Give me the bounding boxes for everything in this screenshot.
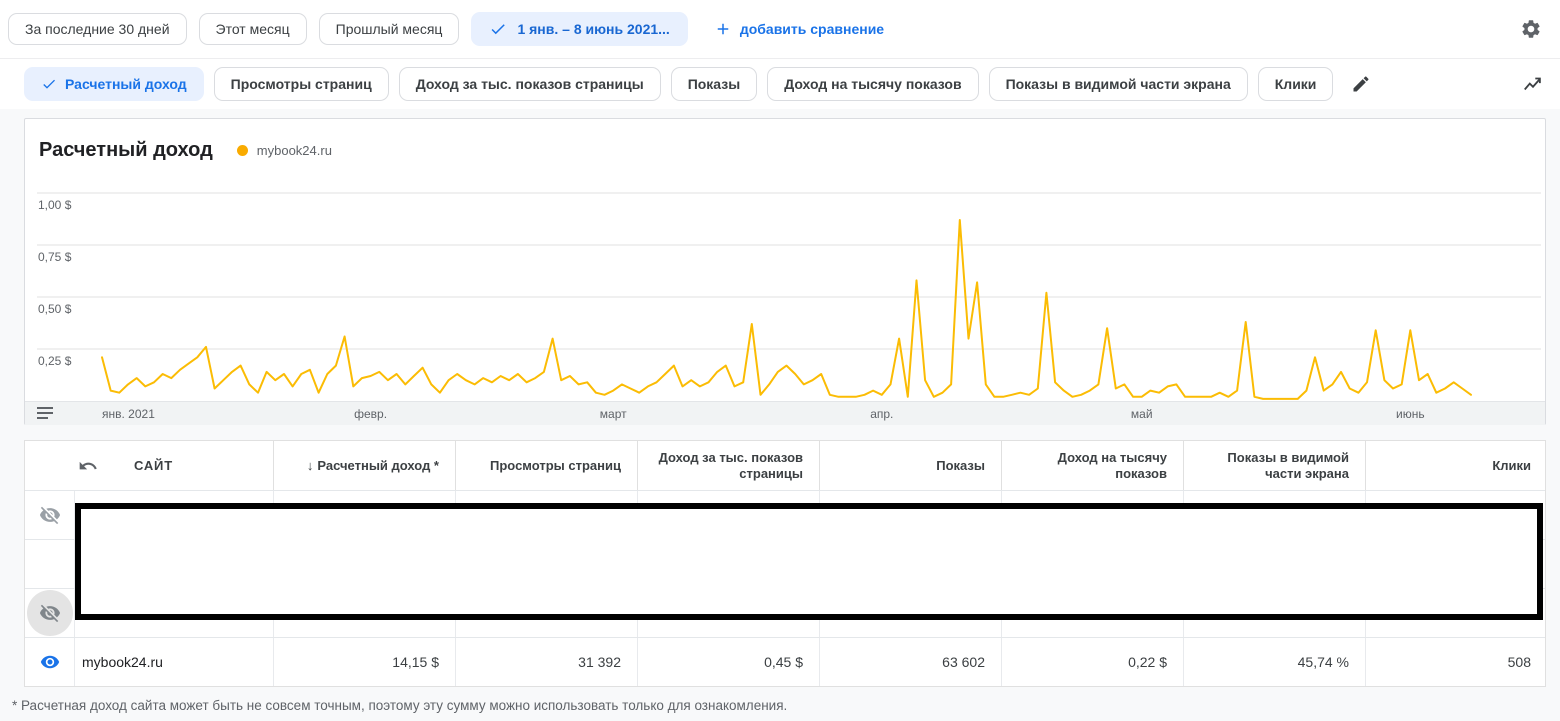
site-name: mybook24.ru	[82, 654, 163, 670]
date-preset-last-30-days[interactable]: За последние 30 дней	[8, 13, 187, 45]
add-comparison-button[interactable]: добавить сравнение	[714, 20, 884, 38]
x-axis-tick-label: апр.	[870, 407, 894, 421]
metric-chip-clicks[interactable]: Клики	[1257, 67, 1334, 101]
gear-icon	[1522, 20, 1540, 38]
metric-chip-active-view[interactable]: Показы в видимой части экрана	[988, 67, 1248, 101]
cell-active-view: 45,74 %	[1183, 638, 1365, 686]
metric-chip-page-views[interactable]: Просмотры страниц	[213, 67, 389, 101]
date-range-label: 1 янв. – 8 июнь 2021...	[517, 21, 670, 37]
column-header-label: Просмотры страниц	[490, 457, 621, 473]
plus-icon	[717, 23, 729, 35]
legend-series-label: mybook24.ru	[256, 143, 332, 158]
chart-header: Расчетный доход mybook24.ru	[39, 139, 332, 162]
line-chart-icon	[1524, 77, 1541, 91]
column-header-page-rpm[interactable]: Доход за тыс. показов страницы	[637, 441, 819, 490]
x-axis: янв. 2021 февр. март апр. май июнь	[25, 401, 1545, 425]
visibility-cell[interactable]	[25, 540, 74, 588]
check-icon	[492, 24, 506, 35]
redaction-box	[75, 503, 1543, 620]
column-header-label: Показы в видимой части экрана	[1227, 449, 1349, 481]
metric-chip-label: Клики	[1274, 76, 1317, 92]
column-header-label: Доход за тыс. показов страницы	[658, 449, 803, 481]
settings-button[interactable]	[1520, 18, 1542, 40]
table-header-row: САЙТ ↓ Расчетный доход * Просмотры стран…	[25, 441, 1545, 490]
metric-chip-impressions[interactable]: Показы	[670, 67, 758, 101]
column-header-label: Расчетный доход *	[317, 457, 439, 473]
check-icon	[43, 79, 55, 89]
metric-chip-impression-rpm[interactable]: Доход на тысячу показов	[767, 67, 979, 101]
column-header-estimated-earnings[interactable]: ↓ Расчетный доход *	[273, 441, 455, 490]
column-header-active-view[interactable]: Показы в видимой части экрана	[1183, 441, 1365, 490]
earnings-chart-card: Расчетный доход mybook24.ru 0,25 $0,50 $…	[24, 118, 1546, 425]
date-range-selected-chip[interactable]: 1 янв. – 8 июнь 2021...	[471, 12, 688, 46]
x-axis-tick-label: янв. 2021	[102, 407, 155, 421]
metric-chip-label: Доход на тысячу показов	[784, 76, 962, 92]
column-header-page-views[interactable]: Просмотры страниц	[455, 441, 637, 490]
eye-off-icon	[39, 604, 60, 623]
visibility-cell[interactable]	[25, 638, 74, 686]
x-axis-tick-label: март	[599, 407, 627, 421]
date-range-bar: За последние 30 дней Этот месяц Прошлый …	[0, 0, 1560, 59]
cell-estimated-earnings: 14,15 $	[273, 638, 455, 686]
cell-impression-rpm: 0,22 $	[1001, 638, 1183, 686]
sort-desc-icon: ↓	[306, 457, 314, 473]
visibility-cell[interactable]	[25, 589, 74, 637]
metric-chip-label: Показы	[687, 76, 741, 92]
edit-metrics-button[interactable]	[1351, 74, 1371, 94]
date-preset-last-month[interactable]: Прошлый месяц	[318, 13, 460, 45]
metric-chip-label: Расчетный доход	[65, 76, 187, 92]
x-axis-tick-label: февр.	[354, 407, 388, 421]
date-preset-this-month[interactable]: Этот месяц	[198, 13, 307, 45]
chart-type-toggle-button[interactable]	[1522, 73, 1544, 95]
metric-chip-estimated-earnings[interactable]: Расчетный доход	[24, 67, 204, 101]
metrics-chip-bar: Расчетный доход Просмотры страниц Доход …	[0, 59, 1560, 109]
metric-chip-label: Просмотры страниц	[230, 76, 372, 92]
x-axis-tick-label: июнь	[1396, 407, 1425, 421]
hamburger-icon	[37, 407, 53, 419]
column-header-label: Доход на тысячу показов	[1057, 449, 1167, 481]
main-content: Расчетный доход mybook24.ru 0,25 $0,50 $…	[0, 109, 1560, 721]
cell-impressions: 63 602	[819, 638, 1001, 686]
visibility-cell[interactable]	[25, 491, 74, 539]
table-row-mybook24[interactable]: mybook24.ru 14,15 $ 31 392 0,45 $ 63 602…	[25, 637, 1545, 686]
legend-dot-icon	[236, 145, 248, 156]
chart-menu-button[interactable]	[37, 406, 53, 420]
cell-clicks: 508	[1365, 638, 1547, 686]
eye-off-icon	[39, 506, 60, 525]
eye-icon	[40, 655, 59, 669]
pencil-icon	[1353, 76, 1369, 92]
earnings-disclaimer: * Расчетная доход сайта может быть не со…	[12, 698, 788, 713]
earnings-line-series	[101, 219, 1472, 400]
metric-chip-label: Доход за тыс. показов страницы	[415, 76, 644, 92]
x-axis-tick-label: май	[1130, 407, 1153, 421]
column-header-impression-rpm[interactable]: Доход на тысячу показов	[1001, 441, 1183, 490]
column-header-label: Клики	[1492, 457, 1531, 473]
column-header-clicks[interactable]: Клики	[1365, 441, 1547, 490]
hover-circle	[26, 590, 73, 636]
metric-chip-label: Показы в видимой части экрана	[1005, 76, 1231, 92]
column-header-site[interactable]: САЙТ	[25, 441, 273, 490]
cell-page-rpm: 0,45 $	[637, 638, 819, 686]
add-comparison-label: добавить сравнение	[739, 21, 885, 37]
column-header-label: САЙТ	[134, 458, 173, 473]
column-header-label: Показы	[936, 457, 985, 473]
column-header-impressions[interactable]: Показы	[819, 441, 1001, 490]
metric-chip-page-rpm[interactable]: Доход за тыс. показов страницы	[398, 67, 661, 101]
site-cell: mybook24.ru	[74, 638, 273, 686]
cell-page-views: 31 392	[455, 638, 637, 686]
chart-title: Расчетный доход	[39, 139, 213, 161]
undo-icon[interactable]	[78, 456, 98, 476]
